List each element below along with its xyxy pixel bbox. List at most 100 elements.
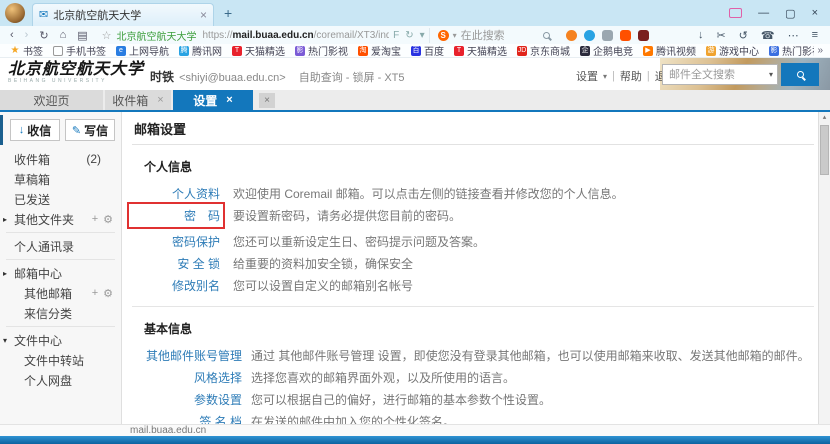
bookmark-item[interactable]: e上网导航 — [116, 44, 169, 58]
sidebar-item-inbox[interactable]: 收件箱(2) — [0, 149, 121, 169]
mail-search-button[interactable] — [781, 63, 819, 86]
history-undo-icon[interactable]: ↺ — [739, 29, 748, 42]
translate-icon[interactable]: F — [393, 30, 399, 41]
password-link[interactable]: 密 码 — [132, 207, 220, 224]
tab-inbox[interactable]: 收件箱× — [105, 90, 171, 110]
bookmark-item[interactable]: 手机书签 — [53, 44, 106, 58]
sidebar-item-file-center[interactable]: ▾文件中心 — [0, 330, 121, 350]
minimize-button[interactable]: — — [758, 7, 769, 19]
url-dropdown-icon[interactable]: ▾ — [420, 30, 425, 41]
maximize-button[interactable]: ▢ — [785, 7, 795, 20]
sidebar-item-mail-center[interactable]: ▸邮箱中心 — [0, 263, 121, 283]
url-text[interactable]: https://mail.buaa.edu.cn/coremail/XT3/in… — [203, 30, 390, 41]
extension-2-icon[interactable] — [584, 30, 595, 41]
page-title: 邮箱设置 — [132, 112, 814, 145]
style-link[interactable]: 风格选择 — [132, 369, 242, 386]
window-controls: — ▢ × — [729, 7, 818, 20]
close-tab-icon[interactable]: × — [157, 94, 163, 106]
browser-search-box[interactable]: S ▾ 在此搜索 — [438, 27, 556, 43]
address-bar[interactable]: ☆ 北京航空航天大学 https://mail.buaa.edu.cn/core… — [102, 28, 430, 43]
bookmark-item[interactable]: JD京东商城 — [517, 44, 570, 58]
more-options-icon[interactable]: ⋯ — [788, 29, 799, 42]
bookmark-item[interactable]: 腾腾讯网 — [179, 44, 222, 58]
bookmark-item[interactable]: ▶腾讯视频 — [643, 44, 696, 58]
browser-tab[interactable]: ✉ 北京航空航天大学 × — [32, 3, 214, 26]
bookmark-item[interactable]: 百百度 — [411, 44, 444, 58]
reader-mode-icon[interactable]: ▤ — [77, 29, 87, 42]
bookmark-item[interactable]: T天猫精选 — [454, 44, 507, 58]
screenshot-scissors-icon[interactable]: ✂ — [716, 29, 725, 42]
settings-link[interactable]: 设置 — [576, 68, 598, 84]
mail-search-input[interactable] — [662, 64, 778, 85]
sidebar-item-personal-drive[interactable]: 个人网盘 — [0, 370, 121, 390]
bookmark-item[interactable]: 企企鹅电竞 — [580, 44, 633, 58]
profile-link[interactable]: 个人资料 — [132, 185, 220, 202]
collapse-arrow-icon[interactable]: ▾ — [3, 336, 7, 345]
help-link[interactable]: 帮助 — [620, 68, 642, 84]
add-account-icon[interactable]: + — [92, 287, 98, 300]
extension-3-icon[interactable] — [602, 30, 613, 41]
signature-link[interactable]: 签 名 档 — [132, 413, 242, 424]
scroll-up-icon[interactable]: ▴ — [819, 112, 830, 124]
scrollbar-thumb[interactable] — [820, 125, 829, 175]
parameters-link[interactable]: 参数设置 — [132, 391, 242, 408]
sidebar-item-sent[interactable]: 已发送 — [0, 189, 121, 209]
tab-welcome[interactable]: 欢迎页 — [0, 90, 103, 110]
sidebar-item-other-folders[interactable]: ▸其他文件夹+⚙ — [0, 209, 121, 229]
bookmark-item[interactable]: ★书签 — [10, 44, 43, 58]
gear-icon[interactable]: ⚙ — [103, 287, 113, 300]
lock-screen-link[interactable]: 锁屏 — [353, 72, 375, 84]
sidebar-item-file-transfer[interactable]: 文件中转站 — [0, 350, 121, 370]
extension-4-icon[interactable] — [620, 30, 631, 41]
browser-profile-avatar[interactable] — [5, 3, 25, 23]
download-icon[interactable]: ↓ — [698, 29, 704, 42]
bookmark-item[interactable]: 淘爱淘宝 — [358, 44, 401, 58]
search-engine-icon[interactable]: S — [438, 30, 449, 41]
refresh-icon[interactable]: ↻ — [39, 29, 48, 42]
pdf-extension-icon[interactable] — [638, 30, 649, 41]
tab-overflow-close-button[interactable]: × — [259, 93, 275, 108]
compose-mail-button[interactable]: ✎写信 — [65, 119, 115, 141]
row-description: 给重要的资料加安全锁，确保安全 — [233, 255, 413, 272]
settings-caret-icon[interactable]: ▾ — [603, 72, 607, 81]
phone-sync-icon[interactable]: ☎ — [761, 29, 775, 42]
reload-icon[interactable]: ↻ — [405, 30, 413, 41]
expand-arrow-icon[interactable]: ▸ — [3, 269, 7, 278]
xt5-link[interactable]: XT5 — [384, 72, 404, 84]
sidebar-item-contacts[interactable]: 个人通讯录 — [0, 236, 121, 256]
menu-icon[interactable]: ≡ — [812, 29, 818, 42]
expand-arrow-icon[interactable]: ▸ — [3, 215, 7, 224]
promo-icon[interactable] — [729, 8, 742, 18]
alias-link[interactable]: 修改别名 — [132, 277, 220, 294]
engine-dropdown-icon[interactable]: ▾ — [453, 31, 457, 40]
close-button[interactable]: × — [812, 7, 818, 19]
receive-mail-button[interactable]: ↓收信 — [10, 119, 60, 141]
search-icon[interactable] — [543, 32, 550, 39]
sidebar-item-other-accounts[interactable]: 其他邮箱+⚙ — [0, 283, 121, 303]
forward-icon[interactable]: › — [25, 29, 29, 42]
self-service-link[interactable]: 自助查询 — [299, 72, 343, 84]
section-divider — [132, 306, 814, 307]
extension-1-icon[interactable] — [566, 30, 577, 41]
search-box-text[interactable]: 在此搜索 — [461, 27, 505, 43]
tab-close-icon[interactable]: × — [200, 8, 207, 22]
bookmark-item[interactable]: 游游戏中心 — [706, 44, 759, 58]
scrollbar[interactable]: ▴ — [818, 112, 830, 424]
bookmark-item[interactable]: T天猫精选 — [232, 44, 285, 58]
user-email: <shiyi@buaa.edu.cn> — [179, 72, 286, 84]
bookmark-item[interactable]: 影热门影视 — [295, 44, 348, 58]
back-icon[interactable]: ‹ — [10, 29, 14, 42]
gear-icon[interactable]: ⚙ — [103, 213, 113, 226]
sidebar-item-mail-filters[interactable]: 来信分类 — [0, 303, 121, 323]
other-accounts-link[interactable]: 其他邮件账号管理 — [132, 347, 242, 364]
tab-settings[interactable]: 设置× — [173, 90, 253, 110]
sidebar-item-drafts[interactable]: 草稿箱 — [0, 169, 121, 189]
close-tab-icon[interactable]: × — [226, 94, 232, 106]
add-folder-icon[interactable]: + — [92, 213, 98, 226]
security-lock-link[interactable]: 安 全 锁 — [132, 255, 220, 272]
password-protection-link[interactable]: 密码保护 — [132, 233, 220, 250]
home-icon[interactable]: ⌂ — [60, 29, 67, 42]
new-tab-button[interactable]: + — [224, 5, 232, 21]
bookmarks-overflow-button[interactable]: » — [814, 44, 826, 58]
favorite-star-icon[interactable]: ☆ — [102, 29, 112, 42]
